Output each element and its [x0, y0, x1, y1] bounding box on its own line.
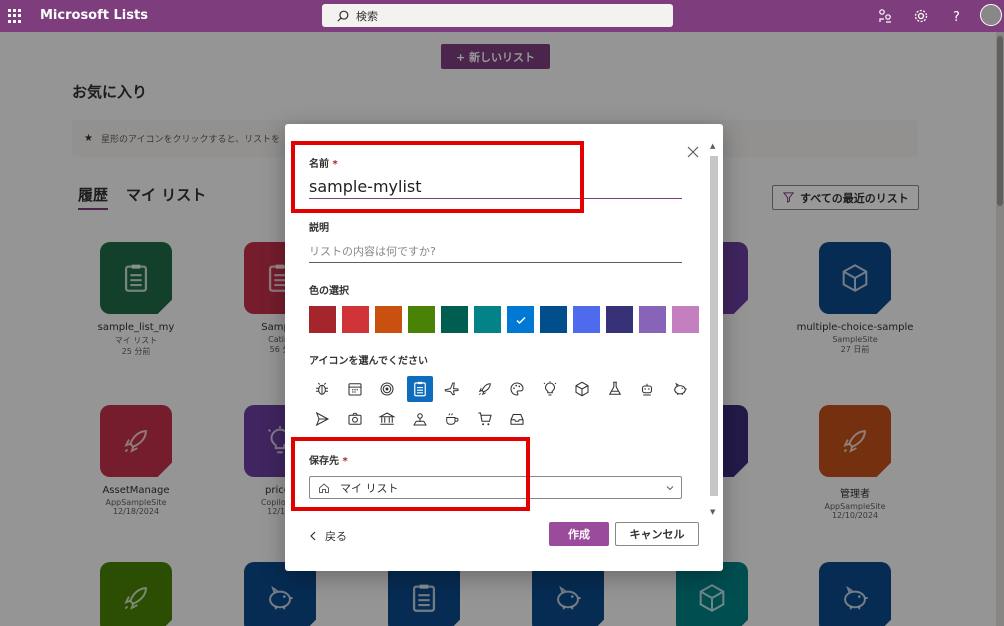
bug-icon — [316, 382, 328, 395]
dialog-scrollbar[interactable]: ▲ ▼ — [707, 142, 719, 520]
clipboard-icon — [413, 381, 426, 397]
create-button[interactable]: 作成 — [549, 522, 609, 546]
scroll-up-icon[interactable]: ▲ — [710, 142, 715, 150]
cart-icon — [477, 412, 492, 426]
color-swatch[interactable] — [606, 306, 633, 333]
color-swatch[interactable] — [375, 306, 402, 333]
icon-option[interactable] — [342, 406, 368, 432]
icon-option[interactable] — [569, 376, 595, 402]
icon-picker — [309, 376, 703, 432]
back-button[interactable]: 戻る — [309, 528, 347, 544]
chevron-left-icon — [310, 531, 316, 541]
color-swatch[interactable] — [639, 306, 666, 333]
color-swatch[interactable] — [474, 306, 501, 333]
color-swatch[interactable] — [309, 306, 336, 333]
icon-option[interactable] — [407, 406, 433, 432]
icon-option[interactable] — [439, 406, 465, 432]
home-icon — [319, 482, 329, 493]
inbox-icon — [510, 413, 524, 425]
description-label: 説明 — [309, 223, 329, 234]
map-pin-icon — [412, 413, 427, 426]
icon-option[interactable] — [634, 376, 660, 402]
help-icon[interactable]: ? — [949, 8, 965, 24]
icon-option[interactable] — [309, 406, 335, 432]
color-swatch[interactable] — [507, 306, 534, 333]
palette-icon — [510, 382, 524, 396]
color-picker — [309, 306, 699, 333]
send-icon — [315, 411, 330, 427]
name-input[interactable]: sample-mylist — [309, 177, 422, 196]
chevron-down-icon — [666, 486, 674, 491]
gear-icon[interactable] — [913, 8, 929, 24]
search-box[interactable]: 検索 — [322, 4, 673, 27]
app-title[interactable]: Microsoft Lists — [40, 8, 148, 23]
cube-icon — [575, 381, 589, 397]
camera-icon — [347, 412, 362, 425]
save-location-value: マイ リスト — [340, 481, 399, 495]
color-swatch[interactable] — [342, 306, 369, 333]
coffee-icon — [446, 413, 459, 425]
rocket-icon — [478, 383, 491, 396]
top-bar: Microsoft Lists 検索 ? — [0, 0, 1004, 32]
airplane-icon — [444, 382, 459, 396]
color-swatch[interactable] — [540, 306, 567, 333]
save-location-dropdown[interactable]: マイ リスト — [309, 476, 682, 499]
back-label: 戻る — [325, 530, 347, 543]
piggy-icon — [673, 382, 687, 395]
icon-option[interactable] — [472, 406, 498, 432]
icon-option[interactable] — [667, 376, 693, 402]
color-swatch[interactable] — [441, 306, 468, 333]
bulb-icon — [543, 381, 556, 396]
svg-text:?: ? — [953, 10, 960, 24]
icon-option[interactable] — [602, 376, 628, 402]
share-icon[interactable] — [877, 8, 893, 24]
description-input[interactable]: リストの内容は何ですか? — [309, 243, 436, 259]
icon-option[interactable] — [309, 376, 335, 402]
search-placeholder: 検索 — [356, 9, 378, 23]
scroll-down-icon[interactable]: ▼ — [710, 508, 715, 516]
app-launcher-icon[interactable] — [8, 9, 22, 23]
color-swatch[interactable] — [573, 306, 600, 333]
flask-icon — [608, 381, 621, 395]
icon-option[interactable] — [504, 376, 530, 402]
icon-option[interactable] — [472, 376, 498, 402]
checkmark-icon — [515, 316, 526, 324]
bank-icon — [378, 412, 396, 425]
icon-option[interactable] — [374, 376, 400, 402]
color-swatch[interactable] — [408, 306, 435, 333]
robot-icon — [641, 383, 653, 396]
save-location-label: 保存先 * — [309, 456, 348, 467]
target-icon — [380, 382, 394, 396]
cancel-button[interactable]: キャンセル — [615, 522, 699, 546]
calendar-icon — [347, 383, 362, 396]
icon-option[interactable] — [504, 406, 530, 432]
avatar[interactable] — [980, 4, 1002, 26]
close-icon[interactable] — [687, 146, 699, 158]
icon-option[interactable] — [537, 376, 563, 402]
icon-option[interactable] — [342, 376, 368, 402]
name-label: 名前 * — [309, 159, 338, 170]
icon-option[interactable] — [374, 406, 400, 432]
search-icon — [337, 10, 349, 22]
icon-option[interactable] — [439, 376, 465, 402]
icon-option[interactable] — [406, 376, 433, 402]
color-label: 色の選択 — [309, 286, 349, 297]
create-list-dialog: ▲ ▼ 名前 * sample-mylist 説明 リストの内容は何ですか? 色… — [285, 124, 723, 571]
icon-label: アイコンを選んでください — [309, 356, 428, 367]
color-swatch[interactable] — [672, 306, 699, 333]
